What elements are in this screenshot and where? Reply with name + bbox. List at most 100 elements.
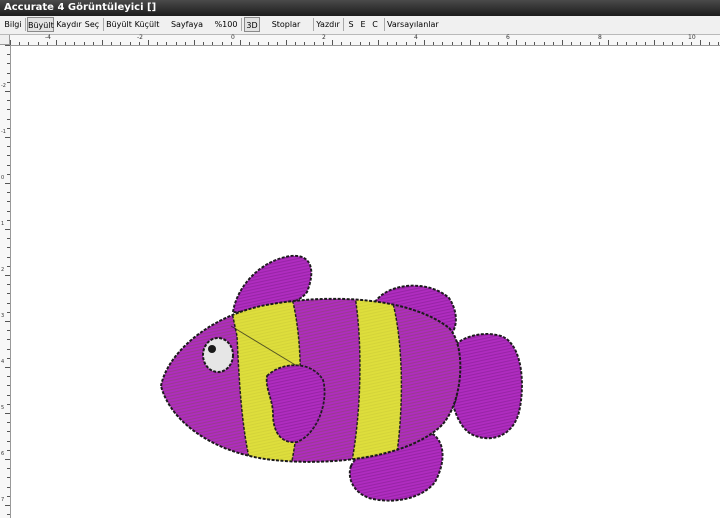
ruler-tick	[175, 42, 177, 45]
ruler-label: 2	[1, 267, 5, 273]
ruler-tick	[7, 385, 10, 387]
fit-to-page-button[interactable]: Sayfaya Sığdır	[162, 17, 212, 44]
ruler-tick	[5, 505, 10, 506]
ruler-tick	[7, 219, 10, 221]
ruler-tick	[635, 42, 637, 45]
ruler-tick	[7, 477, 10, 479]
zoom-mode-button[interactable]: Büyült	[27, 17, 54, 32]
ruler-tick	[7, 155, 10, 157]
ruler-tick	[7, 164, 10, 166]
ruler-tick	[5, 275, 10, 276]
ruler-label: 0	[231, 34, 235, 41]
ruler-tick	[65, 42, 67, 45]
ruler-tick	[7, 495, 10, 497]
ruler-tick	[690, 42, 692, 45]
ruler-tick	[672, 42, 674, 45]
ruler-tick	[138, 42, 140, 45]
ruler-label: 2	[322, 34, 326, 41]
print-button[interactable]: Yazdır	[316, 17, 340, 32]
ruler-tick	[102, 40, 103, 45]
ruler-label: 3	[1, 313, 5, 319]
ruler-corner	[0, 35, 10, 45]
ruler-tick	[663, 42, 665, 45]
ruler-tick	[230, 42, 232, 45]
toolbar-separator	[343, 18, 344, 31]
ruler-tick	[7, 311, 10, 313]
ruler-tick	[396, 42, 398, 45]
ruler-tick	[332, 40, 333, 45]
ruler-tick	[387, 42, 389, 45]
zoom-in-button[interactable]: Büyült	[106, 17, 132, 32]
ruler-tick	[534, 42, 536, 45]
ruler-tick	[212, 42, 214, 45]
ruler-tick	[479, 42, 481, 45]
ruler-tick	[37, 42, 39, 45]
ruler-tick	[249, 42, 251, 45]
ruler-label: 10	[688, 34, 696, 41]
ruler-tick	[654, 40, 655, 45]
ruler-tick	[516, 40, 517, 45]
toolbar-separator	[25, 18, 26, 31]
ruler-tick	[617, 42, 619, 45]
c-button[interactable]: C	[370, 17, 380, 32]
zoom-100-button[interactable]: %100	[214, 17, 238, 32]
ruler-tick	[7, 440, 10, 442]
ruler-tick	[7, 339, 10, 341]
ruler-tick	[304, 42, 306, 45]
ruler-tick	[166, 42, 168, 45]
ruler-tick	[7, 449, 10, 451]
ruler-tick	[7, 514, 10, 516]
3d-toggle-button[interactable]: 3D	[244, 17, 260, 32]
ruler-tick	[525, 42, 527, 45]
ruler-tick	[7, 247, 10, 249]
ruler-tick	[460, 42, 462, 45]
info-button[interactable]: Bilgi	[3, 17, 23, 32]
ruler-tick	[322, 42, 324, 45]
ruler-tick	[7, 210, 10, 212]
ruler-tick	[497, 42, 499, 45]
ruler-tick	[470, 40, 471, 45]
ruler-tick	[5, 367, 10, 368]
ruler-tick	[506, 42, 508, 45]
ruler-tick	[7, 118, 10, 120]
ruler-tick	[7, 293, 10, 295]
ruler-tick	[7, 431, 10, 433]
ruler-tick	[7, 81, 10, 83]
ruler-tick	[74, 42, 76, 45]
ruler-tick	[378, 40, 379, 45]
ruler-tick	[7, 394, 10, 396]
ruler-tick	[626, 42, 628, 45]
ruler-tick	[405, 42, 407, 45]
colored-stops-button[interactable]: Stoplar Renkli	[262, 17, 310, 44]
ruler-tick	[313, 42, 315, 45]
design-canvas[interactable]	[11, 46, 720, 518]
ruler-tick	[5, 413, 10, 414]
ruler-tick	[341, 42, 343, 45]
ruler-tick	[7, 302, 10, 304]
vertical-ruler[interactable]: -2 -1 0 1 2 3 4 5 6 7	[0, 45, 11, 518]
pan-button[interactable]: Kaydır	[56, 17, 82, 32]
ruler-tick	[7, 403, 10, 405]
ruler-tick	[552, 42, 554, 45]
select-button[interactable]: Seç	[84, 17, 100, 32]
window-title: Accurate 4 Görüntüleyici []	[4, 2, 157, 13]
toolbar-separator	[103, 18, 104, 31]
ruler-tick	[5, 321, 10, 322]
ruler-tick	[286, 40, 287, 45]
ruler-tick	[488, 42, 490, 45]
ruler-tick	[368, 42, 370, 45]
horizontal-ruler[interactable]: -4 -2 0 2 4 6 8 10	[10, 34, 720, 46]
ruler-label: -2	[137, 34, 143, 41]
s-button[interactable]: S	[346, 17, 356, 32]
ruler-tick	[700, 40, 701, 45]
ruler-tick	[7, 265, 10, 267]
zoom-out-button[interactable]: Küçült	[134, 17, 160, 32]
defaults-button[interactable]: Varsayılanlar	[387, 17, 439, 32]
toolbar: Bilgi Büyült Kaydır Seç Büyült Küçült Sa…	[0, 16, 720, 44]
ruler-tick	[7, 422, 10, 424]
ruler-tick	[7, 201, 10, 203]
ruler-tick	[148, 40, 149, 45]
ruler-tick	[580, 42, 582, 45]
ruler-tick	[424, 40, 425, 45]
e-button[interactable]: E	[358, 17, 368, 32]
